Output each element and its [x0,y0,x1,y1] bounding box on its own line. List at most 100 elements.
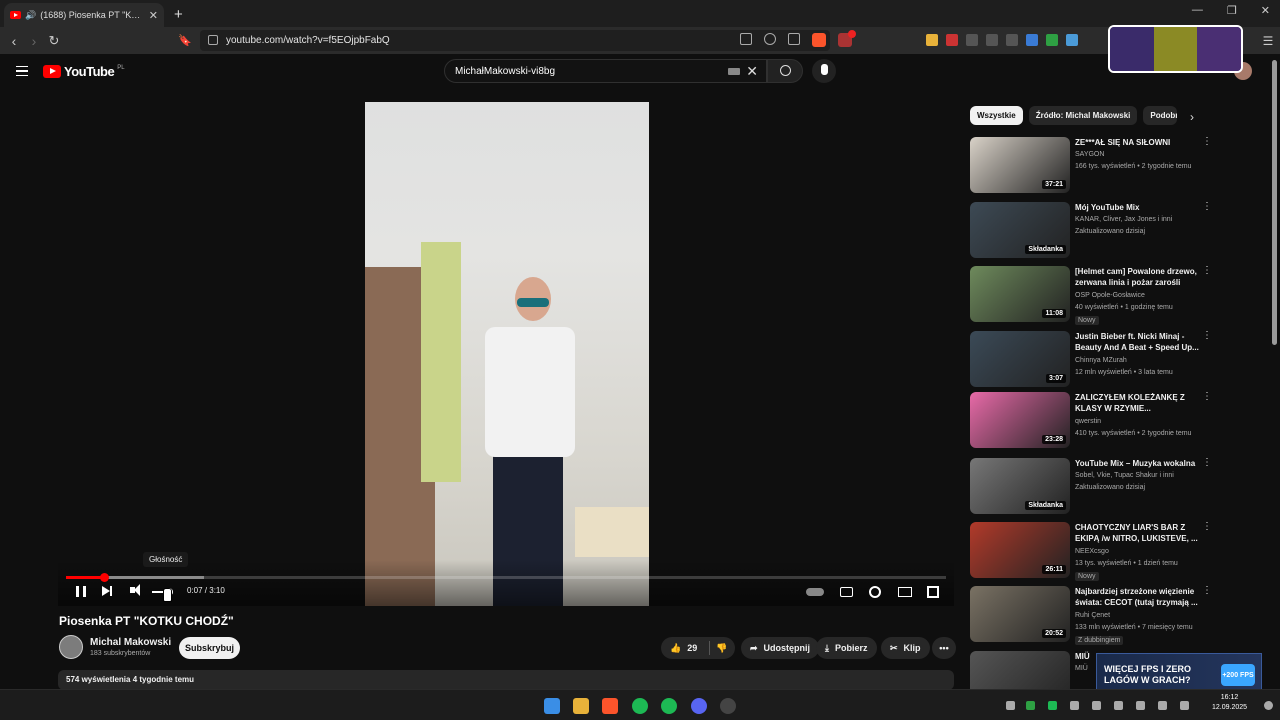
recommendation-title[interactable]: ZE***AŁ SIĘ NA SIŁOWNI [1075,137,1199,148]
settings-gear-icon[interactable] [869,586,881,598]
video-thumbnail[interactable]: Składanka [970,458,1070,514]
recommendation-title[interactable]: Justin Bieber ft. Nicki Minaj - Beauty A… [1075,331,1199,353]
more-vert-icon[interactable]: ⋮ [1202,331,1212,341]
like-button[interactable]: 👍 29 👎 [661,637,735,659]
video-thumbnail[interactable]: 11:08 [970,266,1070,322]
channel-avatar[interactable] [59,635,83,659]
site-settings-icon[interactable] [208,35,218,45]
next-icon[interactable] [102,586,112,596]
chip-similar[interactable]: Podobne [1143,106,1178,125]
notifications-icon[interactable] [1264,701,1273,710]
pause-icon[interactable] [76,586,86,597]
tray-icon[interactable] [1136,701,1145,710]
recommendation-title[interactable]: Mój YouTube Mix [1075,202,1199,213]
video-thumbnail[interactable]: 37:21 [970,137,1070,193]
more-vert-icon[interactable]: ⋮ [1202,458,1212,468]
tray-icon[interactable] [1026,701,1035,710]
recommendation-item[interactable]: Składanka YouTube Mix – Muzyka wokalna Sob… [970,458,1212,516]
recommendation-channel[interactable]: Chinnya MZurah [1075,357,1127,364]
share-icon[interactable] [788,33,800,45]
search-button[interactable] [767,59,803,83]
more-vert-icon[interactable]: ⋮ [1202,392,1212,402]
clear-search-icon[interactable]: ✕ [746,63,758,80]
more-vert-icon[interactable]: ⋮ [1202,137,1212,147]
video-thumbnail[interactable]: 26:11 [970,522,1070,578]
browser-tab[interactable]: 🔊 (1688) Piosenka PT "KOTKU C ✕ [4,3,164,27]
extension-icon[interactable] [986,34,998,46]
zoom-icon[interactable] [764,33,776,45]
recommendation-item[interactable]: Składanka Mój YouTube Mix KANAR, Cliver, J… [970,202,1212,260]
youtube-logo[interactable]: YouTube PL [43,64,125,79]
recommendation-channel[interactable]: SAYGON [1075,151,1104,158]
video-thumbnail[interactable]: 3:07 [970,331,1070,387]
extension-icon[interactable] [926,34,938,46]
video-frame[interactable] [365,102,649,606]
recommendation-item[interactable]: 11:08 [Helmet cam] Powalone drzewo, zerwa… [970,266,1212,325]
recommendation-item[interactable]: 23:28 ZALICZYŁEM KOLEŻANKĘ Z KLASY W RZYM… [970,392,1212,450]
recommendation-title[interactable]: CHAOTYCZNY LIAR'S BAR Z EKIPĄ /w NITRO, … [1075,522,1199,544]
voice-search-icon[interactable] [812,59,836,83]
recommendation-channel[interactable]: Sobel, Vkie, Tupac Shakur i inni [1075,472,1174,479]
overlay-preview[interactable] [1108,25,1243,73]
extension-icon[interactable] [1006,34,1018,46]
steam-icon[interactable] [720,698,736,714]
keyboard-icon[interactable] [728,68,740,75]
scrollbar[interactable] [1272,60,1277,345]
fullscreen-icon[interactable] [927,586,939,598]
more-actions-button[interactable]: ••• [932,637,956,659]
tray-icon[interactable] [1158,701,1167,710]
subtitles-icon[interactable] [840,587,853,597]
cast-icon[interactable] [740,33,752,45]
tray-icon[interactable] [1114,701,1123,710]
progress-knob[interactable] [99,573,109,582]
recommendation-title[interactable]: Najbardziej strzeżone więzienie świata: … [1075,586,1199,608]
recommendation-channel[interactable]: Ruhi Çenet [1075,612,1110,619]
tab-close-icon[interactable]: ✕ [149,9,158,22]
recommendation-item[interactable]: 3:07 Justin Bieber ft. Nicki Minaj - Beau… [970,331,1212,389]
clip-button[interactable]: ✂ Klip [881,637,930,659]
download-button[interactable]: ⤓ Pobierz [816,637,877,659]
tray-icon[interactable] [1180,701,1189,710]
spotify-icon[interactable] [661,698,677,714]
thumbs-down-icon[interactable]: 👎 [716,643,727,654]
extension-icon[interactable] [1066,34,1078,46]
more-vert-icon[interactable]: ⋮ [1202,522,1212,532]
extension-icon[interactable] [1026,34,1038,46]
extension-icon[interactable] [1046,34,1058,46]
tray-icon[interactable] [1070,701,1079,710]
recommendation-channel[interactable]: qwerstin [1075,418,1101,425]
share-button[interactable]: ➦ Udostępnij [741,637,820,659]
menu-icon[interactable]: ☰ [1258,34,1278,48]
recommendation-title[interactable]: [Helmet cam] Powalone drzewo, zerwana li… [1075,266,1199,288]
guide-menu-icon[interactable] [16,66,28,76]
reload-icon[interactable]: ↻ [44,33,64,49]
search-input[interactable]: MichałMakowski-vi8bg ✕ [444,59,767,83]
recommendation-title[interactable]: ZALICZYŁEM KOLEŻANKĘ Z KLASY W RZYMIE... [1075,392,1199,414]
address-bar[interactable]: youtube.com/watch?v=f5EOjpbFabQ [200,30,830,51]
brave-rewards-icon[interactable] [838,30,856,47]
back-icon[interactable]: ‹ [4,33,24,49]
subscribe-button[interactable]: Subskrybuj [179,637,240,659]
spotify-icon[interactable] [632,698,648,714]
more-vert-icon[interactable]: ⋮ [1202,266,1212,276]
discord-icon[interactable] [691,698,707,714]
video-thumbnail[interactable]: 20:52 [970,586,1070,642]
extension-icon[interactable] [966,34,978,46]
recommendation-item[interactable]: 20:52 Najbardziej strzeżone więzienie świ… [970,586,1212,645]
description-box[interactable]: 574 wyświetlenia 4 tygodnie temu [58,670,954,690]
recommendation-channel[interactable]: NEEXcsgo [1075,548,1109,555]
start-menu-icon[interactable] [544,698,560,714]
brave-browser-icon[interactable] [602,698,618,714]
tray-icon[interactable] [1006,701,1015,710]
recommendation-title[interactable]: YouTube Mix – Muzyka wokalna [1075,458,1199,469]
recommendation-channel[interactable]: OSP Opole-Gosławice [1075,292,1145,299]
maximize-icon[interactable]: ❐ [1227,4,1237,17]
extension-icon[interactable] [946,34,958,46]
forward-icon[interactable]: › [24,33,44,49]
recommendation-channel[interactable]: MIÜ [1075,665,1088,672]
bookmark-icon[interactable]: 🔖 [175,34,195,47]
brave-shields-icon[interactable] [812,33,826,47]
chip-source[interactable]: Źródło: Michal Makowski [1028,106,1138,125]
more-vert-icon[interactable]: ⋮ [1202,202,1212,212]
minimize-icon[interactable]: — [1192,4,1203,17]
